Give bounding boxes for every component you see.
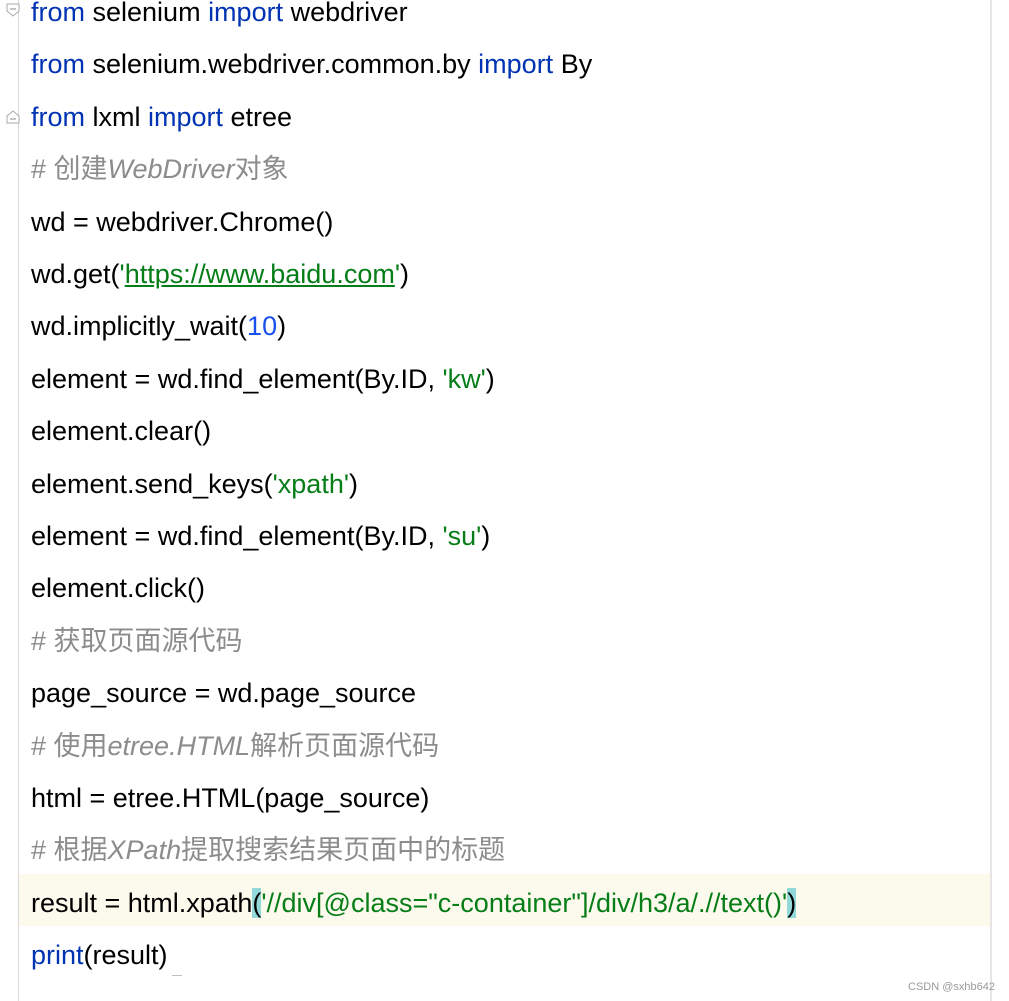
code-line[interactable]: # 获取页面源代码 <box>31 615 243 667</box>
code-token: etree.HTML <box>107 730 251 761</box>
code-token: ) <box>787 887 797 918</box>
code-line[interactable]: print(result) <box>31 929 168 981</box>
code-token: from <box>31 0 85 27</box>
code-line[interactable]: from selenium import webdriver <box>31 0 408 38</box>
code-token: 提取搜索结果页面中的标题 <box>181 835 506 866</box>
code-token: element = wd.find_element(By.ID, <box>31 363 443 394</box>
gutter-divider <box>18 0 19 1001</box>
code-token: print <box>31 940 84 971</box>
code-token: WebDriver <box>107 154 235 185</box>
code-token: import <box>208 0 284 27</box>
text-caret <box>172 963 182 976</box>
code-line[interactable]: # 创建WebDriver对象 <box>31 143 289 195</box>
fold-end-icon[interactable] <box>6 110 20 124</box>
code-line[interactable]: element.click() <box>31 562 205 614</box>
code-line[interactable]: # 使用etree.HTML解析页面源代码 <box>31 720 439 772</box>
code-token: https://www.baidu.com <box>124 259 395 289</box>
code-token: ) <box>399 259 409 289</box>
code-line[interactable]: from lxml import etree <box>31 91 292 143</box>
code-line[interactable]: wd.get('https://www.baidu.com') <box>31 248 409 300</box>
code-line[interactable]: element.clear() <box>31 405 211 457</box>
code-token: etree <box>223 101 293 132</box>
watermark: CSDN @sxhb642 <box>908 981 995 993</box>
code-token: element.click() <box>31 573 206 604</box>
code-token: 'kw' <box>442 363 486 394</box>
code-token: ) <box>485 363 495 394</box>
code-line[interactable]: html = etree.HTML(page_source) <box>31 772 429 824</box>
code-line[interactable]: wd.implicitly_wait(10) <box>31 300 286 352</box>
code-token: 对象 <box>234 154 289 185</box>
fold-toggle-icon[interactable] <box>6 3 20 17</box>
code-line[interactable]: page_source = wd.page_source <box>31 667 416 719</box>
code-token: # 使用 <box>31 730 108 761</box>
code-token: ) <box>349 468 358 499</box>
code-token: ( <box>252 887 262 918</box>
code-token: '//div[@class="c-container"]/div/h3/a/./… <box>261 887 788 918</box>
code-line[interactable]: # 根据XPath提取搜索结果页面中的标题 <box>31 824 505 876</box>
code-token: 10 <box>247 311 278 342</box>
right-margin-guide <box>990 0 992 1001</box>
code-token: wd.implicitly_wait( <box>31 311 248 342</box>
code-token: html = etree.HTML(page_source) <box>31 783 430 813</box>
code-token: lxml <box>85 101 148 132</box>
code-token: page_source = wd.page_source <box>31 678 417 709</box>
code-token: # 根据 <box>31 835 108 866</box>
code-token: XPath <box>107 835 182 866</box>
code-token: from <box>31 49 85 80</box>
code-line[interactable]: element = wd.find_element(By.ID, 'su') <box>31 510 490 562</box>
code-token: (result) <box>83 940 168 971</box>
code-token: element.clear() <box>31 416 212 447</box>
code-token: ) <box>481 521 491 551</box>
code-line[interactable]: from selenium.webdriver.common.by import… <box>31 38 592 90</box>
code-token: element.send_keys( <box>31 468 273 499</box>
code-token: from <box>31 101 85 132</box>
code-token: 'su' <box>442 521 482 551</box>
code-token: result = html.xpath <box>31 887 253 918</box>
code-token: webdriver <box>283 0 408 27</box>
code-token: element = wd.find_element(By.ID, <box>31 521 443 551</box>
code-token: selenium.webdriver.common.by <box>85 49 479 80</box>
code-token: selenium <box>85 0 209 27</box>
code-line[interactable]: result = html.xpath('//div[@class="c-con… <box>31 877 797 929</box>
code-token: By <box>553 49 593 80</box>
code-token: import <box>478 49 554 80</box>
code-token: ) <box>277 311 287 342</box>
code-line[interactable]: element = wd.find_element(By.ID, 'kw') <box>31 353 495 405</box>
code-editor[interactable]: from selenium import webdriver from selen… <box>0 0 1009 1001</box>
code-token: import <box>148 101 224 132</box>
code-token: wd.get( <box>31 259 120 289</box>
code-line[interactable]: element.send_keys('xpath') <box>31 458 358 510</box>
code-token: 'xpath' <box>272 468 349 499</box>
code-token: wd = webdriver.Chrome() <box>31 206 334 237</box>
code-token: 解析页面源代码 <box>250 730 440 761</box>
code-token: # 获取页面源代码 <box>31 625 243 656</box>
code-line[interactable]: wd = webdriver.Chrome() <box>31 196 333 248</box>
code-token: # 创建 <box>31 154 108 185</box>
